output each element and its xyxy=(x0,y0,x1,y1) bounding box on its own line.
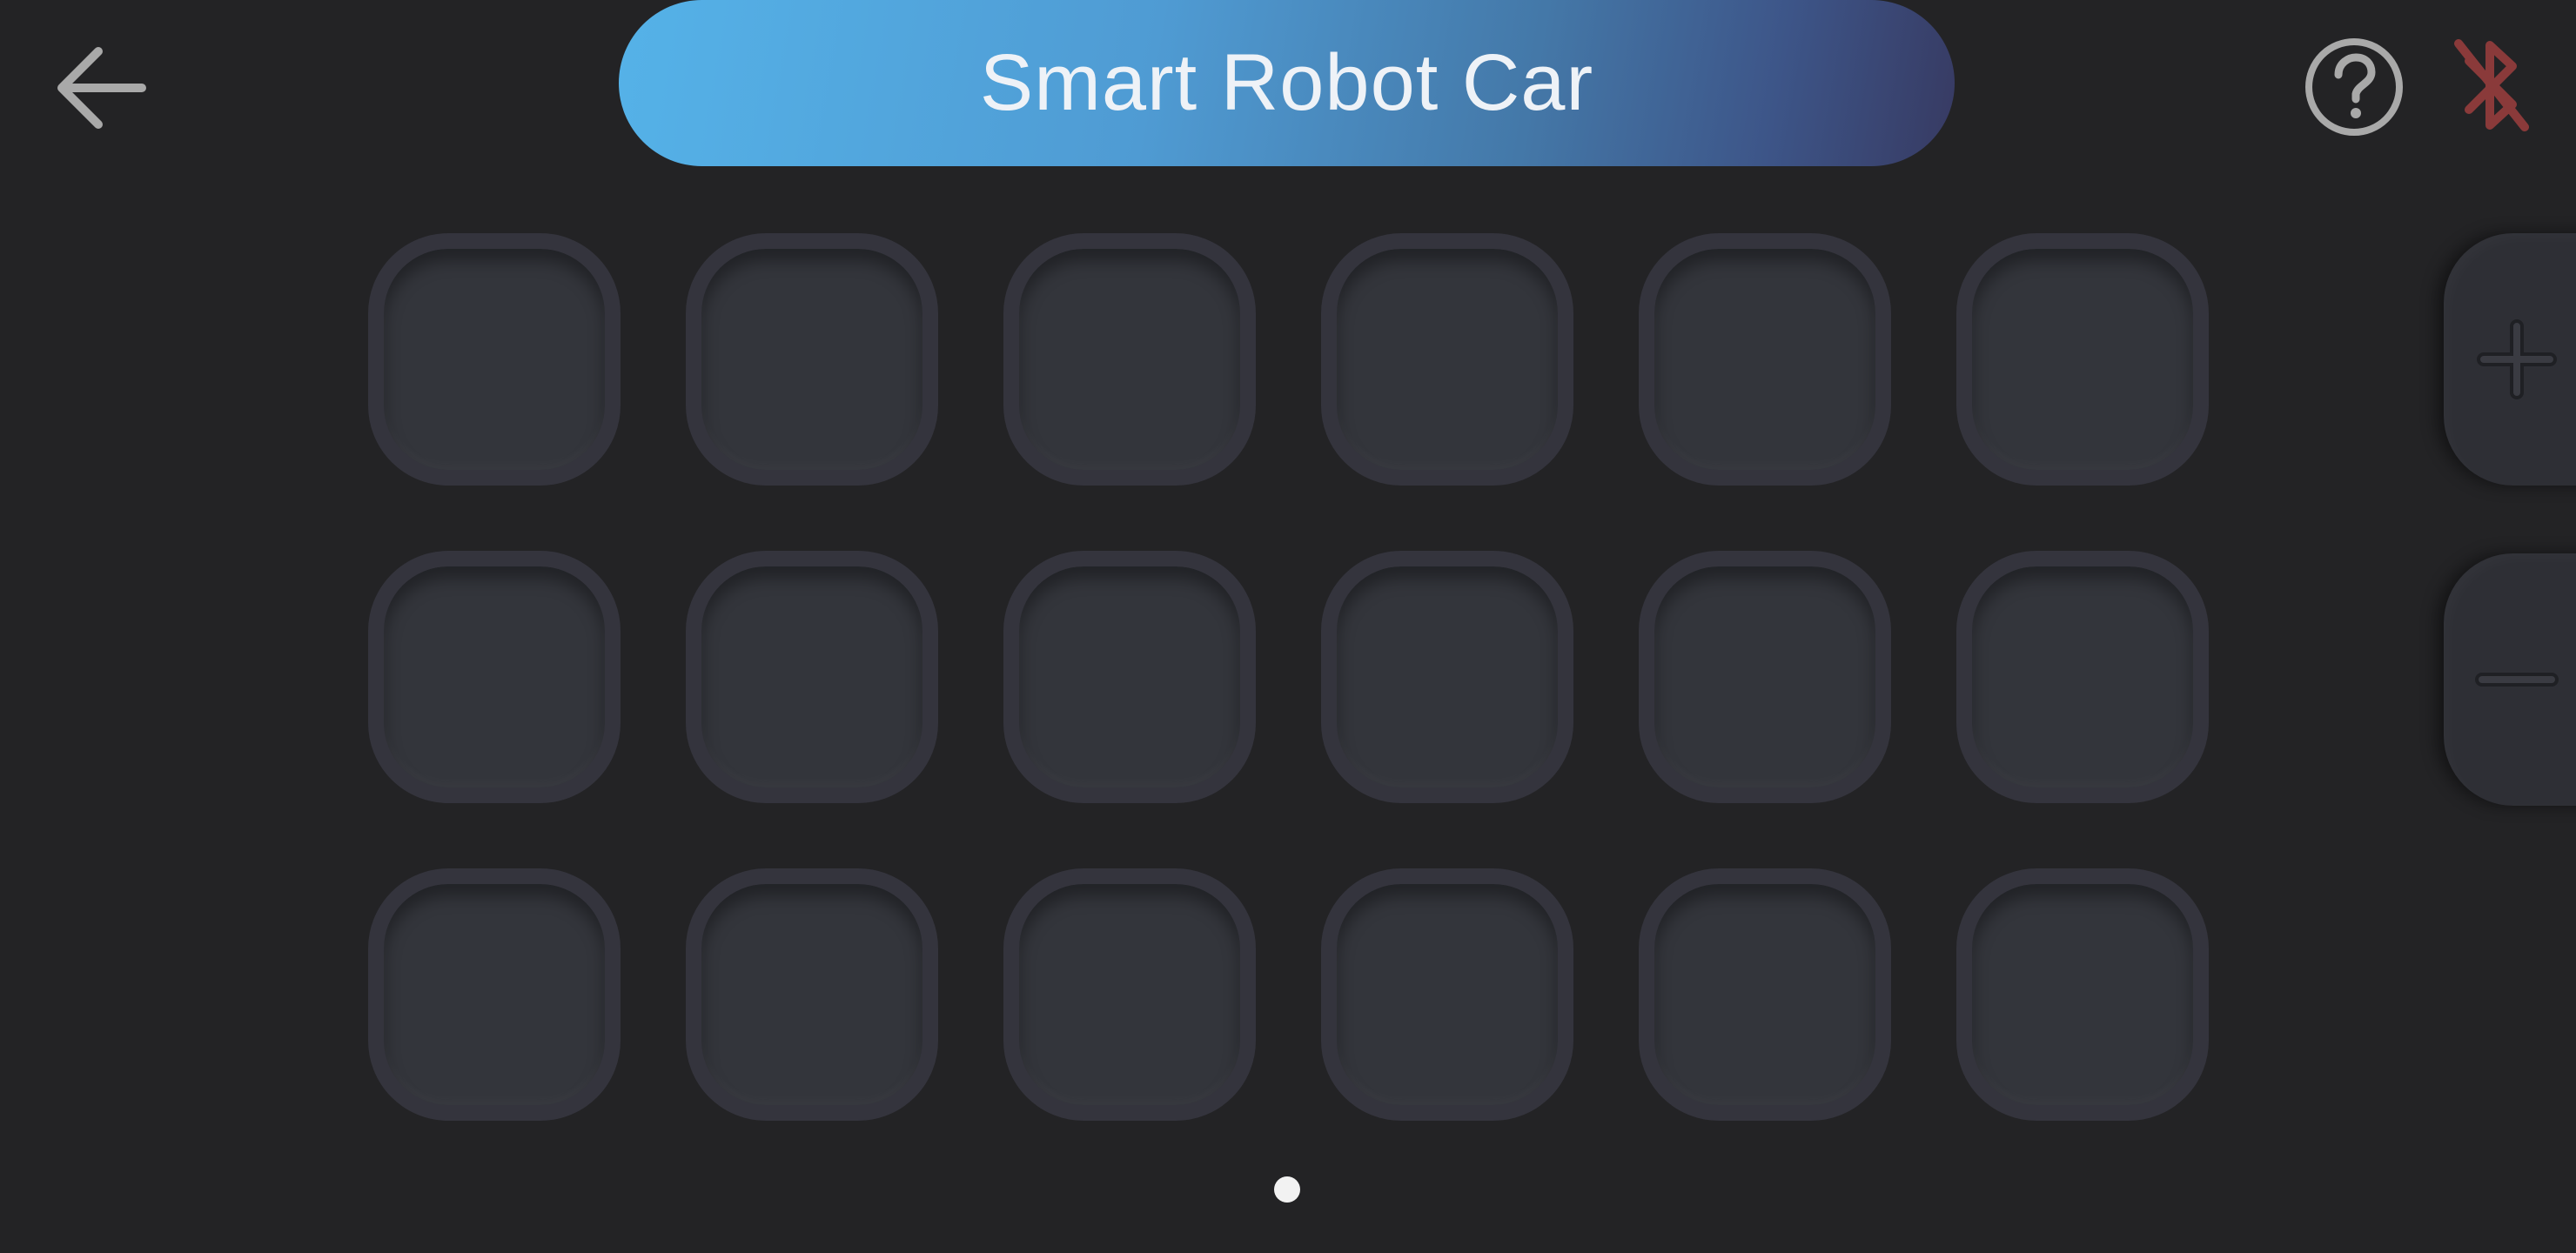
empty-slot-r1c4[interactable] xyxy=(1321,233,1573,486)
empty-slot-r1c5[interactable] xyxy=(1639,233,1891,486)
empty-slot-r3c3[interactable] xyxy=(1003,868,1256,1121)
empty-slot-r1c1[interactable] xyxy=(368,233,621,486)
plus-icon xyxy=(2477,319,2557,399)
help-button[interactable] xyxy=(2302,35,2406,139)
back-button[interactable] xyxy=(35,23,165,153)
empty-slot-r3c6[interactable] xyxy=(1956,868,2209,1121)
empty-slot-r1c6[interactable] xyxy=(1956,233,2209,486)
app-screen: Smart Robot Car xyxy=(0,0,2576,1253)
empty-slot-r2c4[interactable] xyxy=(1321,551,1573,803)
empty-slot-r2c2[interactable] xyxy=(686,551,938,803)
title-banner: Smart Robot Car xyxy=(619,0,1955,166)
empty-slot-r3c5[interactable] xyxy=(1639,868,1891,1121)
empty-slot-r3c4[interactable] xyxy=(1321,868,1573,1121)
empty-slot-r3c2[interactable] xyxy=(686,868,938,1121)
bluetooth-disconnected-icon xyxy=(2454,39,2529,131)
empty-slot-r1c2[interactable] xyxy=(686,233,938,486)
empty-slot-r2c1[interactable] xyxy=(368,551,621,803)
empty-slot-r3c1[interactable] xyxy=(368,868,621,1121)
empty-slot-r1c3[interactable] xyxy=(1003,233,1256,486)
empty-slot-r2c6[interactable] xyxy=(1956,551,2209,803)
zoom-in-button[interactable] xyxy=(2444,233,2576,486)
page-title: Smart Robot Car xyxy=(979,38,1594,127)
help-icon xyxy=(2305,38,2403,136)
back-arrow-icon xyxy=(57,47,146,129)
empty-slot-r2c5[interactable] xyxy=(1639,551,1891,803)
page-indicator-dot xyxy=(1274,1176,1300,1203)
bluetooth-status-button[interactable] xyxy=(2450,31,2533,139)
control-slot-grid xyxy=(368,233,2209,1121)
empty-slot-r2c3[interactable] xyxy=(1003,551,1256,803)
zoom-out-button[interactable] xyxy=(2444,553,2576,806)
minus-icon xyxy=(2475,673,2559,687)
